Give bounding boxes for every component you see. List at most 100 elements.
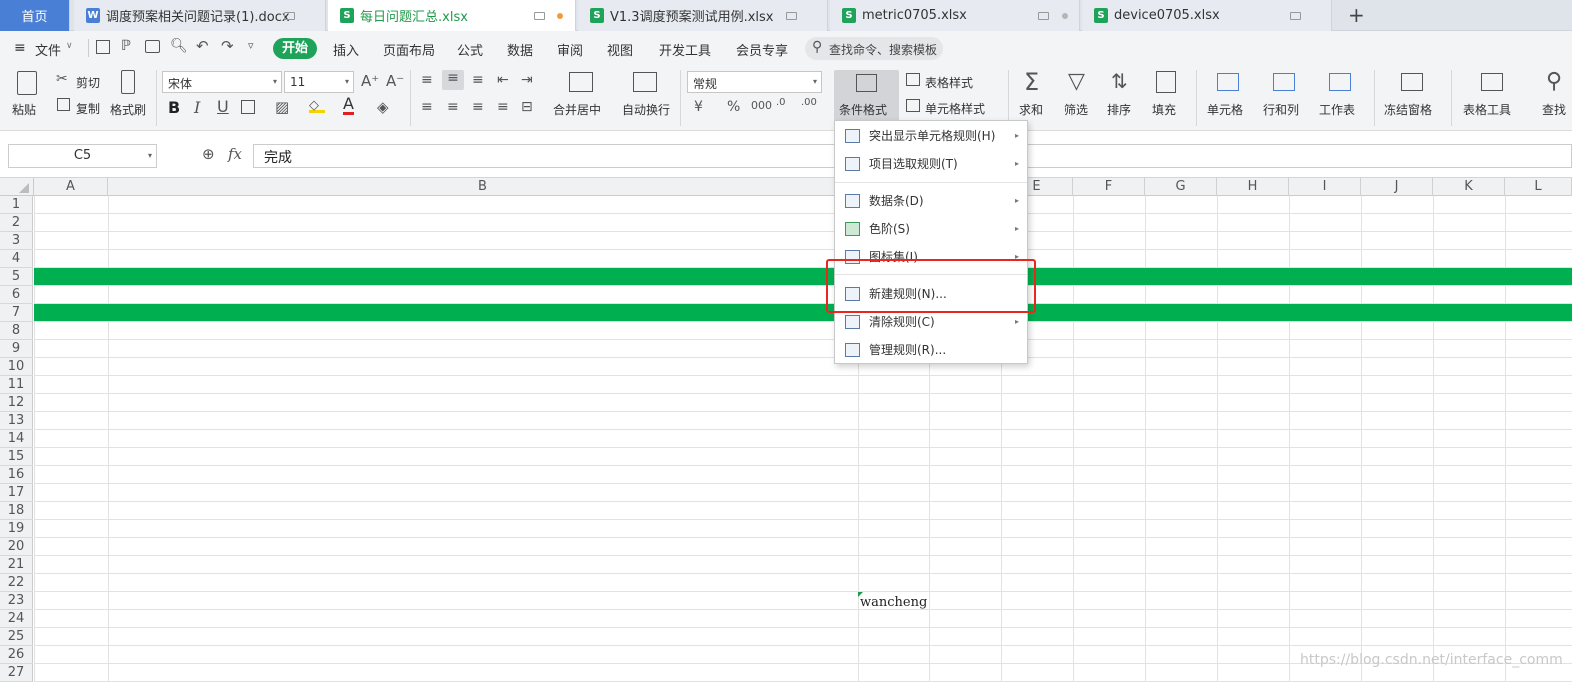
wrap-text-icon[interactable] [633, 72, 657, 92]
conditional-format-button[interactable]: 条件格式 [834, 70, 899, 124]
row-header-18[interactable]: 18 [0, 502, 33, 520]
row-header-13[interactable]: 13 [0, 412, 33, 430]
tab-home[interactable]: 首页 [0, 0, 70, 31]
indent-decrease-icon[interactable]: ⇤ [497, 72, 509, 88]
col-header-j[interactable]: J [1361, 178, 1433, 196]
increase-font-icon[interactable]: A⁺ [361, 72, 379, 90]
row-header-19[interactable]: 19 [0, 520, 33, 538]
select-all-corner[interactable] [0, 178, 34, 196]
cell-icon[interactable] [1217, 73, 1239, 91]
menu-highlight-rules[interactable]: 突出显示单元格规则(H) ▸ [835, 123, 1027, 149]
menu-top-bottom-rules[interactable]: 项目选取规则(T) ▸ [835, 151, 1027, 177]
underline-icon[interactable]: U [217, 97, 229, 116]
undo-icon[interactable]: ↶ [196, 37, 209, 55]
col-header-g[interactable]: G [1145, 178, 1217, 196]
row-header-17[interactable]: 17 [0, 484, 33, 502]
export-pdf-icon[interactable]: ℙ [121, 38, 131, 54]
row-col-icon[interactable] [1273, 73, 1295, 91]
fill-icon[interactable] [1156, 71, 1176, 93]
sort-icon[interactable]: ⇅ [1111, 69, 1128, 93]
menu-manage-rules[interactable]: 管理规则(R)... [835, 337, 1027, 363]
name-box[interactable]: C5 ▾ [8, 144, 157, 168]
format-painter-icon[interactable] [121, 70, 135, 94]
menu-insert[interactable]: 插入 [333, 40, 359, 59]
row-header-6[interactable]: 6 [0, 286, 33, 304]
row-header-1[interactable]: 1 [0, 196, 33, 214]
row-header-26[interactable]: 26 [0, 646, 33, 664]
row-header-7[interactable]: 7 [0, 304, 33, 322]
indent-increase-icon[interactable]: ⇥ [521, 72, 533, 88]
merge-icon[interactable] [569, 72, 593, 92]
align-center-icon[interactable]: ≡ [447, 99, 459, 115]
worksheet-icon[interactable] [1329, 73, 1351, 91]
row-header-21[interactable]: 21 [0, 556, 33, 574]
col-header-h[interactable]: H [1217, 178, 1289, 196]
increase-decimal-icon[interactable]: .0 [776, 97, 786, 108]
menu-color-scales[interactable]: 色阶(S) ▸ [835, 216, 1027, 242]
find-icon[interactable]: ⚲ [1546, 69, 1562, 94]
command-search[interactable]: ⚲ 查找命令、搜索模板 [805, 37, 943, 60]
filter-button[interactable]: 筛选 [1064, 101, 1088, 118]
font-size-select[interactable]: 11 ▾ [284, 71, 354, 93]
save-icon[interactable] [96, 40, 110, 54]
redo-icon[interactable]: ↷ [221, 37, 234, 55]
worksheet-button[interactable]: 工作表 [1319, 101, 1355, 118]
italic-icon[interactable]: I [194, 98, 200, 117]
currency-icon[interactable]: ¥ [694, 99, 703, 115]
tab-start[interactable]: 开始 [273, 38, 317, 59]
row-header-8[interactable]: 8 [0, 322, 33, 340]
number-format-select[interactable]: 常规 ▾ [687, 71, 822, 93]
row-header-20[interactable]: 20 [0, 538, 33, 556]
decrease-font-icon[interactable]: A⁻ [386, 72, 404, 90]
row-header-9[interactable]: 9 [0, 340, 33, 358]
row-header-12[interactable]: 12 [0, 394, 33, 412]
row-header-10[interactable]: 10 [0, 358, 33, 376]
find-button[interactable]: 查找 [1542, 101, 1566, 118]
thousands-icon[interactable]: 000 [751, 99, 772, 112]
row-header-23[interactable]: 23 [0, 592, 33, 610]
cell-style-button[interactable]: 单元格样式 [925, 100, 985, 117]
menu-data[interactable]: 数据 [507, 40, 533, 59]
tab-v13-cases[interactable]: S V1.3调度预案测试用例.xlsx [578, 0, 828, 31]
menu-member[interactable]: 会员专享 [736, 40, 788, 59]
decrease-decimal-icon[interactable]: .00 [801, 97, 817, 108]
bold-icon[interactable]: B [168, 98, 180, 117]
fx-icon[interactable]: fx [228, 145, 242, 163]
distribute-icon[interactable]: ⊟ [521, 99, 533, 115]
table-tools-button[interactable]: 表格工具 [1463, 101, 1511, 118]
align-bottom-icon[interactable]: ≡ [472, 72, 484, 88]
col-header-a[interactable]: A [34, 178, 108, 196]
col-header-b[interactable]: B [108, 178, 858, 196]
font-color-icon[interactable]: A [343, 96, 354, 115]
fill-color-icon[interactable]: ◇ [309, 98, 325, 113]
row-header-5[interactable]: 5 [0, 268, 33, 286]
menu-developer[interactable]: 开发工具 [659, 40, 711, 59]
row-col-button[interactable]: 行和列 [1263, 101, 1299, 118]
tab-metric[interactable]: S metric0705.xlsx [830, 0, 1080, 31]
format-painter-button[interactable]: 格式刷 [110, 101, 146, 118]
percent-icon[interactable]: % [727, 99, 740, 115]
row-header-14[interactable]: 14 [0, 430, 33, 448]
menu-page-layout[interactable]: 页面布局 [383, 40, 435, 59]
merge-center-button[interactable]: 合并居中 [553, 101, 601, 118]
menu-view[interactable]: 视图 [607, 40, 633, 59]
row-header-27[interactable]: 27 [0, 664, 33, 682]
menu-data-bars[interactable]: 数据条(D) ▸ [835, 188, 1027, 214]
freeze-button[interactable]: 冻结窗格 [1384, 101, 1432, 118]
highlighted-row-7[interactable] [34, 304, 1572, 322]
menu-formula[interactable]: 公式 [457, 40, 483, 59]
paste-icon[interactable] [17, 71, 37, 95]
col-header-i[interactable]: I [1289, 178, 1361, 196]
align-right-icon[interactable]: ≡ [472, 99, 484, 115]
new-tab-button[interactable]: + [1348, 3, 1365, 27]
sum-icon[interactable]: Σ [1024, 68, 1039, 96]
cell-style-icon[interactable]: ▨ [275, 98, 289, 116]
tab-device[interactable]: S device0705.xlsx [1082, 0, 1332, 31]
tab-daily-issues[interactable]: S 每日问题汇总.xlsx [328, 0, 576, 31]
row-header-16[interactable]: 16 [0, 466, 33, 484]
row-header-24[interactable]: 24 [0, 610, 33, 628]
print-preview-icon[interactable]: 🔍︎ [170, 38, 188, 54]
sort-button[interactable]: 排序 [1107, 101, 1131, 118]
row-header-15[interactable]: 15 [0, 448, 33, 466]
filter-icon[interactable]: ▽ [1068, 69, 1085, 94]
